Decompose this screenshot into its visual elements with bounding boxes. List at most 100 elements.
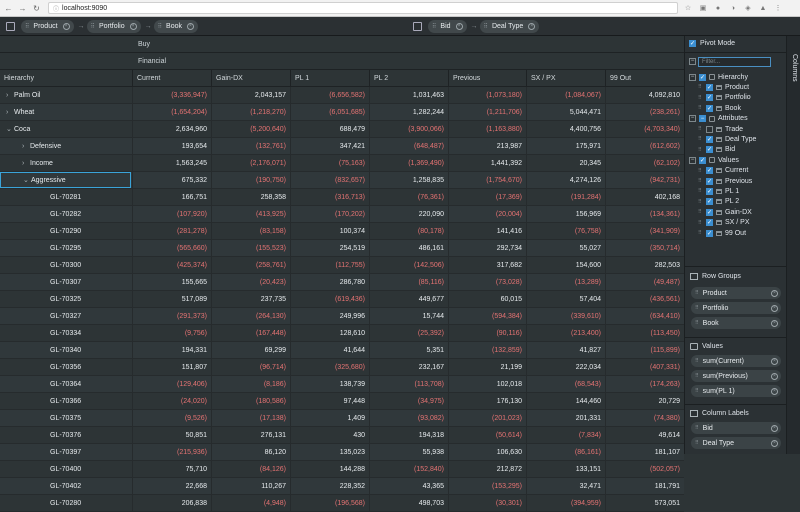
value-cell[interactable]: (74,380) <box>605 410 684 427</box>
value-cell[interactable]: (113,708) <box>369 376 448 393</box>
tree-item-bid[interactable]: ⠿ ✓ Bid <box>698 145 735 155</box>
value-cell[interactable]: 138,739 <box>290 376 369 393</box>
row-label-cell[interactable]: GL-70375 <box>0 410 131 427</box>
value-cell[interactable]: 1,441,392 <box>448 155 526 172</box>
value-cell[interactable]: 135,023 <box>290 444 369 461</box>
column-header[interactable]: PL 1 <box>290 70 369 87</box>
value-cell[interactable]: (648,487) <box>369 138 448 155</box>
drag-handle-icon[interactable]: ⠿ <box>484 23 489 30</box>
table-row[interactable]: GL-70295 (565,660) (155,523) 254,519 486,161… <box>0 240 684 257</box>
remove-icon[interactable]: × <box>771 319 778 327</box>
sidebar-pill[interactable]: ⠿ sum(PL 1) × <box>691 385 781 397</box>
column-header[interactable]: Hierarchy <box>0 70 132 87</box>
value-cell[interactable]: (1,369,490) <box>369 155 448 172</box>
value-cell[interactable]: 144,288 <box>290 461 369 478</box>
value-cell[interactable]: 276,131 <box>211 427 290 444</box>
value-cell[interactable]: 282,503 <box>605 257 684 274</box>
value-cell[interactable]: (215,936) <box>132 444 211 461</box>
value-cell[interactable]: (213,400) <box>526 325 605 342</box>
value-cell[interactable]: (634,410) <box>605 308 684 325</box>
row-label-cell[interactable]: GL-70334 <box>0 325 131 342</box>
value-cell[interactable]: (8,186) <box>211 376 290 393</box>
value-cell[interactable]: 4,274,126 <box>526 172 605 189</box>
chevron-down-icon[interactable]: ⌄ <box>6 121 14 138</box>
value-cell[interactable]: (129,406) <box>132 376 211 393</box>
value-cell[interactable]: 97,448 <box>290 393 369 410</box>
sidebar-pill[interactable]: ⠿ sum(Current) × <box>691 355 781 367</box>
remove-icon[interactable]: × <box>771 289 778 297</box>
value-cell[interactable]: 675,332 <box>132 172 211 189</box>
value-cell[interactable]: (20,423) <box>211 274 290 291</box>
value-cell[interactable]: 688,479 <box>290 121 369 138</box>
value-cell[interactable]: 144,460 <box>526 393 605 410</box>
drag-handle-icon[interactable]: ⠿ <box>698 188 706 194</box>
drag-handle-icon[interactable]: ⠿ <box>695 320 699 326</box>
tree-item-values[interactable]: − ✓ Values <box>689 155 739 165</box>
table-row[interactable]: GL-70290 (281,278) (83,158) 100,374 (80,178)… <box>0 223 684 240</box>
value-cell[interactable]: (13,289) <box>526 274 605 291</box>
value-cell[interactable]: (1,754,670) <box>448 172 526 189</box>
value-cell[interactable]: (49,487) <box>605 274 684 291</box>
value-cell[interactable]: 181,791 <box>605 478 684 495</box>
value-cell[interactable]: 2,043,157 <box>211 87 290 104</box>
drag-handle-icon[interactable]: ⠿ <box>698 84 706 90</box>
table-row[interactable]: › Income 1,563,245 (2,176,071) (75,163) (1,36… <box>0 155 684 172</box>
checkbox-checked-icon[interactable]: ✓ <box>706 177 713 185</box>
checkbox-checked-icon[interactable]: ✓ <box>706 104 713 112</box>
table-row[interactable]: GL-70307 155,665 (20,423) 286,780 (85,116) (7… <box>0 274 684 291</box>
value-cell[interactable]: 50,851 <box>132 427 211 444</box>
value-cell[interactable]: 166,751 <box>132 189 211 206</box>
row-label-cell[interactable]: GL-70300 <box>0 257 131 274</box>
tree-item-99-out[interactable]: ⠿ ✓ 99 Out <box>698 228 746 238</box>
value-cell[interactable]: 206,838 <box>132 495 211 512</box>
value-cell[interactable]: 20,729 <box>605 393 684 410</box>
value-cell[interactable]: 151,807 <box>132 359 211 376</box>
value-cell[interactable]: 258,358 <box>211 189 290 206</box>
remove-icon[interactable]: × <box>129 22 137 30</box>
value-cell[interactable]: (132,859) <box>448 342 526 359</box>
value-cell[interactable]: (316,713) <box>290 189 369 206</box>
drag-handle-icon[interactable]: ⠿ <box>25 23 30 30</box>
value-cell[interactable]: (264,130) <box>211 308 290 325</box>
drag-handle-icon[interactable]: ⠿ <box>695 373 699 379</box>
value-cell[interactable]: 181,107 <box>605 444 684 461</box>
value-cell[interactable]: (341,909) <box>605 223 684 240</box>
table-row[interactable]: GL-70364 (129,406) (8,186) 138,739 (113,708)… <box>0 376 684 393</box>
table-row[interactable]: GL-70281 166,751 258,358 (316,713) (76,361)(… <box>0 189 684 206</box>
row-label-cell[interactable]: GL-70397 <box>0 444 131 461</box>
columns-side-tab[interactable]: Columns <box>786 36 800 454</box>
row-label-cell[interactable]: GL-70295 <box>0 240 131 257</box>
value-cell[interactable]: (96,714) <box>211 359 290 376</box>
checkbox-checked-icon[interactable]: ✓ <box>706 219 713 227</box>
value-cell[interactable]: (76,758) <box>526 223 605 240</box>
value-cell[interactable]: (6,051,685) <box>290 104 369 121</box>
drag-handle-icon[interactable]: ⠿ <box>698 209 706 215</box>
checkbox-indeterminate-icon[interactable]: − <box>699 115 706 123</box>
value-cell[interactable]: (350,714) <box>605 240 684 257</box>
tree-item-book[interactable]: ⠿ ✓ Book <box>698 103 741 113</box>
table-row[interactable]: › Wheat (1,654,204) (1,218,270) (6,051,685) 1… <box>0 104 684 121</box>
value-cell[interactable]: 43,365 <box>369 478 448 495</box>
value-cell[interactable]: 317,682 <box>448 257 526 274</box>
value-cell[interactable]: 347,421 <box>290 138 369 155</box>
value-cell[interactable]: (9,526) <box>132 410 211 427</box>
collapse-icon[interactable]: − <box>689 115 696 123</box>
row-label-cell[interactable]: › Wheat <box>0 104 131 121</box>
row-label-cell[interactable]: GL-70376 <box>0 427 131 444</box>
row-label-cell[interactable]: › Income <box>0 155 131 172</box>
value-cell[interactable]: (1,163,880) <box>448 121 526 138</box>
value-cell[interactable]: (502,057) <box>605 461 684 478</box>
extension-icon[interactable]: ▲ <box>758 3 768 13</box>
table-row[interactable]: GL-70375 (9,526) (17,138) 1,409 (93,082) (201… <box>0 410 684 427</box>
value-cell[interactable]: 133,151 <box>526 461 605 478</box>
drag-handle-icon[interactable]: ⠿ <box>695 388 699 394</box>
value-cell[interactable]: (942,731) <box>605 172 684 189</box>
table-row[interactable]: › Defensive 193,654 (132,761) 347,421 (648,48… <box>0 138 684 155</box>
value-cell[interactable]: (191,284) <box>526 189 605 206</box>
value-cell[interactable]: (196,568) <box>290 495 369 512</box>
remove-icon[interactable]: × <box>528 22 536 30</box>
table-row[interactable]: GL-70282 (107,920) (413,925) (170,202) 220,0… <box>0 206 684 223</box>
value-cell[interactable]: 430 <box>290 427 369 444</box>
value-cell[interactable]: 486,161 <box>369 240 448 257</box>
row-label-cell[interactable]: GL-70340 <box>0 342 131 359</box>
